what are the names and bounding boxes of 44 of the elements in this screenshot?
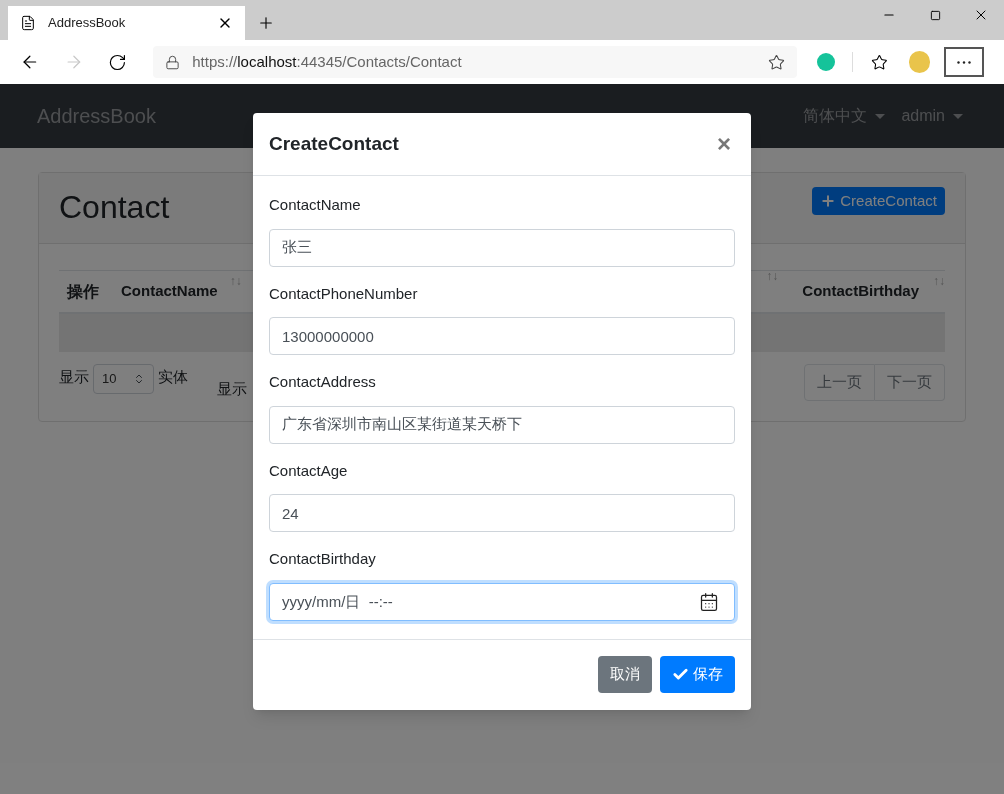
- select-arrows-icon: [133, 373, 145, 385]
- text-input[interactable]: 广东省深圳市南山区某街道某天桥下: [269, 405, 735, 444]
- cancel-button[interactable]: 取消: [598, 656, 652, 693]
- length-label: 实体: [158, 367, 188, 387]
- pagination-button[interactable]: 下一页: [875, 364, 945, 401]
- more-menu-button[interactable]: [944, 47, 984, 77]
- field-label: ContactPhoneNumber: [269, 283, 419, 304]
- field-label: ContactAge: [269, 460, 349, 481]
- field-label: ContactAddress: [269, 372, 377, 392]
- pagination-button[interactable]: 上一页: [804, 364, 875, 401]
- text-input[interactable]: 张三: [269, 228, 735, 267]
- calendar-icon[interactable]: [699, 591, 719, 612]
- select-value: 10: [102, 370, 117, 389]
- table-info: 显示: [217, 379, 247, 399]
- new-tab-icon[interactable]: [257, 14, 275, 32]
- favorite-star-icon[interactable]: [768, 53, 786, 71]
- column-header[interactable]: ContactBirthday: [802, 280, 919, 303]
- field-label: ContactBirthday: [269, 549, 377, 569]
- page-title: Contact: [59, 191, 170, 223]
- browser-tab[interactable]: AddressBook: [8, 6, 245, 40]
- close-button[interactable]: ×: [717, 132, 735, 156]
- field-label: ContactName: [269, 195, 362, 215]
- length-label: 显示: [59, 367, 89, 387]
- page-icon: [20, 15, 36, 31]
- create-contact-button[interactable]: CreateContact: [812, 187, 945, 215]
- address-bar[interactable]: https://localhost:44345/Contacts/Contact: [153, 46, 798, 78]
- caret-icon: [875, 114, 886, 120]
- maximize-icon[interactable]: [929, 9, 941, 21]
- save-button[interactable]: 保存: [660, 656, 735, 693]
- text-input[interactable]: 24: [269, 494, 735, 532]
- page-length-select[interactable]: 10: [93, 364, 154, 394]
- lock-icon: [165, 54, 181, 70]
- favorites-list-icon[interactable]: [870, 53, 888, 71]
- check-icon: [672, 666, 689, 683]
- datetime-input[interactable]: yyyy/mm/日 --:--: [269, 582, 735, 621]
- column-header[interactable]: ContactName: [121, 280, 218, 303]
- text-input[interactable]: 13000000000: [269, 317, 735, 355]
- url-text: https://localhost:44345/Contacts/Contact: [192, 51, 462, 72]
- modal-title: CreateContact: [269, 131, 399, 156]
- refresh-icon[interactable]: [107, 52, 127, 72]
- column-header[interactable]: 操作: [67, 279, 99, 304]
- tab-title: AddressBook: [48, 14, 127, 33]
- caret-icon: [953, 114, 963, 120]
- more-icon: [957, 60, 972, 64]
